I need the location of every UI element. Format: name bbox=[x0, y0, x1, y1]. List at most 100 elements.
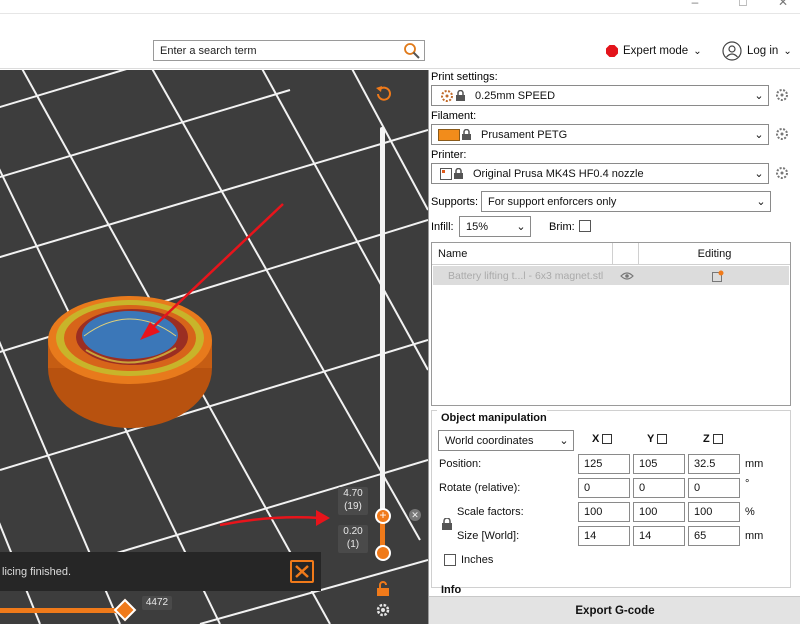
maximize-icon[interactable]: □ bbox=[728, 0, 758, 12]
brim-label: Brim: bbox=[549, 221, 575, 233]
print-settings-combo[interactable]: 0.25mm SPEED ⌄ bbox=[431, 85, 769, 106]
inches-checkbox[interactable] bbox=[444, 554, 456, 566]
object-list: Name Editing Battery lifting t...l - 6x3… bbox=[431, 242, 791, 406]
scale-x-field[interactable]: 100 bbox=[578, 502, 630, 522]
position-x-field[interactable]: 125 bbox=[578, 454, 630, 474]
edit-settings-icon[interactable] bbox=[712, 270, 724, 282]
undo-icon[interactable] bbox=[374, 85, 392, 103]
size-z-field[interactable]: 65 bbox=[688, 526, 740, 546]
close-icon bbox=[295, 565, 309, 578]
scale-y-field[interactable]: 100 bbox=[633, 502, 685, 522]
infill-label: Infill: bbox=[431, 221, 454, 233]
position-z-field[interactable]: 32.5 bbox=[688, 454, 740, 474]
info-title: Info bbox=[441, 584, 462, 596]
minimize-icon[interactable]: – bbox=[680, 0, 710, 12]
filament-label: Filament: bbox=[431, 110, 477, 122]
user-icon bbox=[722, 41, 742, 61]
infill-value: 15% bbox=[466, 220, 489, 233]
window-titlebar: – □ ✕ bbox=[0, 0, 800, 14]
notification-close-button[interactable] bbox=[290, 560, 314, 583]
gear-icon[interactable] bbox=[775, 88, 789, 102]
lock-icon bbox=[456, 90, 465, 101]
scale-label: Scale factors: bbox=[457, 506, 524, 518]
printer-label: Printer: bbox=[431, 149, 467, 161]
inches-label: Inches bbox=[461, 554, 494, 566]
printer-value: Original Prusa MK4S HF0.4 nozzle bbox=[473, 167, 644, 180]
lock-icon[interactable] bbox=[442, 518, 452, 530]
axis-y-icon bbox=[657, 434, 668, 444]
size-y-field[interactable]: 14 bbox=[633, 526, 685, 546]
axis-z-label: Z bbox=[703, 433, 723, 445]
search-box[interactable] bbox=[153, 40, 425, 61]
axis-x-label: X bbox=[592, 433, 613, 445]
chevron-down-icon: ⌄ bbox=[756, 196, 766, 208]
expert-mode-selector[interactable]: Expert mode ⌄ bbox=[606, 43, 702, 59]
column-visibility[interactable] bbox=[613, 243, 639, 264]
layer-slider-track[interactable] bbox=[380, 127, 385, 555]
axis-z-text: Z bbox=[703, 433, 710, 445]
horizontal-slider-track[interactable] bbox=[0, 608, 126, 613]
supports-combo[interactable]: For support enforcers only ⌄ bbox=[481, 191, 771, 212]
layer-slider-top-handle[interactable]: + bbox=[375, 508, 391, 524]
chevron-down-icon: ⌄ bbox=[754, 168, 764, 180]
search-icon[interactable] bbox=[403, 42, 421, 60]
layer-slider-close-icon[interactable]: ✕ bbox=[409, 509, 421, 521]
axis-x-text: X bbox=[592, 433, 600, 445]
size-label: Size [World]: bbox=[457, 530, 520, 542]
3d-viewport[interactable]: + ✕ 4.70 (19) 0.20 (1) licing finished. … bbox=[0, 70, 428, 624]
brim-checkbox[interactable] bbox=[579, 220, 591, 232]
rotate-label: Rotate (relative): bbox=[439, 482, 521, 494]
rotate-unit: ° bbox=[745, 478, 750, 490]
chevron-down-icon: ⌄ bbox=[559, 435, 569, 447]
axis-z-icon bbox=[712, 434, 723, 444]
rotate-x-field[interactable]: 0 bbox=[578, 478, 630, 498]
gear-icon[interactable] bbox=[775, 166, 789, 180]
expert-mode-icon bbox=[606, 45, 618, 57]
chevron-down-icon: ⌄ bbox=[754, 129, 764, 141]
position-label: Position: bbox=[439, 458, 482, 470]
notification-bar: licing finished. bbox=[0, 552, 321, 591]
gear-icon[interactable] bbox=[375, 602, 391, 618]
export-gcode-button[interactable]: Export G-code bbox=[429, 596, 800, 624]
layer-bottom-label: 0.20 (1) bbox=[338, 525, 368, 553]
rotate-y-field[interactable]: 0 bbox=[633, 478, 685, 498]
layer-slider-bottom-handle[interactable] bbox=[375, 545, 391, 561]
login-button[interactable]: Log in ⌄ bbox=[722, 41, 792, 61]
unlock-icon[interactable] bbox=[375, 581, 391, 597]
print-settings-label: Print settings: bbox=[431, 71, 498, 83]
search-input[interactable] bbox=[154, 41, 399, 60]
object-row[interactable]: Battery lifting t...l - 6x3 magnet.stl bbox=[433, 266, 789, 285]
column-editing[interactable]: Editing bbox=[639, 243, 790, 264]
scale-unit: % bbox=[745, 506, 755, 518]
printer-icon bbox=[440, 167, 452, 180]
column-name[interactable]: Name bbox=[432, 243, 613, 264]
lock-icon bbox=[454, 168, 463, 179]
printer-combo[interactable]: Original Prusa MK4S HF0.4 nozzle ⌄ bbox=[431, 163, 769, 184]
print-settings-icon bbox=[441, 89, 453, 102]
filament-combo[interactable]: Prusament PETG ⌄ bbox=[431, 124, 769, 145]
position-unit: mm bbox=[745, 458, 764, 470]
axis-x-icon bbox=[602, 434, 613, 444]
eye-icon[interactable] bbox=[620, 271, 634, 281]
object-name: Battery lifting t...l - 6x3 magnet.stl bbox=[448, 269, 604, 282]
gear-icon[interactable] bbox=[775, 127, 789, 141]
horizontal-slider-value: 4472 bbox=[142, 596, 172, 610]
axis-y-label: Y bbox=[647, 433, 668, 445]
login-label: Log in bbox=[747, 45, 779, 57]
chevron-down-icon: ⌄ bbox=[516, 221, 526, 233]
filament-color-swatch[interactable] bbox=[438, 128, 460, 141]
size-unit: mm bbox=[745, 530, 764, 542]
object-list-header: Name Editing bbox=[432, 243, 790, 265]
position-y-field[interactable]: 105 bbox=[633, 454, 685, 474]
settings-panel: Print settings: 0.25mm SPEED ⌄ Filament:… bbox=[428, 70, 800, 624]
size-x-field[interactable]: 14 bbox=[578, 526, 630, 546]
coordinates-combo[interactable]: World coordinates ⌄ bbox=[438, 430, 574, 451]
supports-label: Supports: bbox=[431, 196, 479, 208]
infill-combo[interactable]: 15% ⌄ bbox=[459, 216, 531, 237]
scale-z-field[interactable]: 100 bbox=[688, 502, 740, 522]
coordinates-value: World coordinates bbox=[445, 434, 534, 447]
chevron-down-icon: ⌄ bbox=[693, 45, 702, 57]
close-window-icon[interactable]: ✕ bbox=[768, 0, 798, 12]
rotate-z-field[interactable]: 0 bbox=[688, 478, 740, 498]
layer-bottom-index: (1) bbox=[346, 539, 360, 550]
